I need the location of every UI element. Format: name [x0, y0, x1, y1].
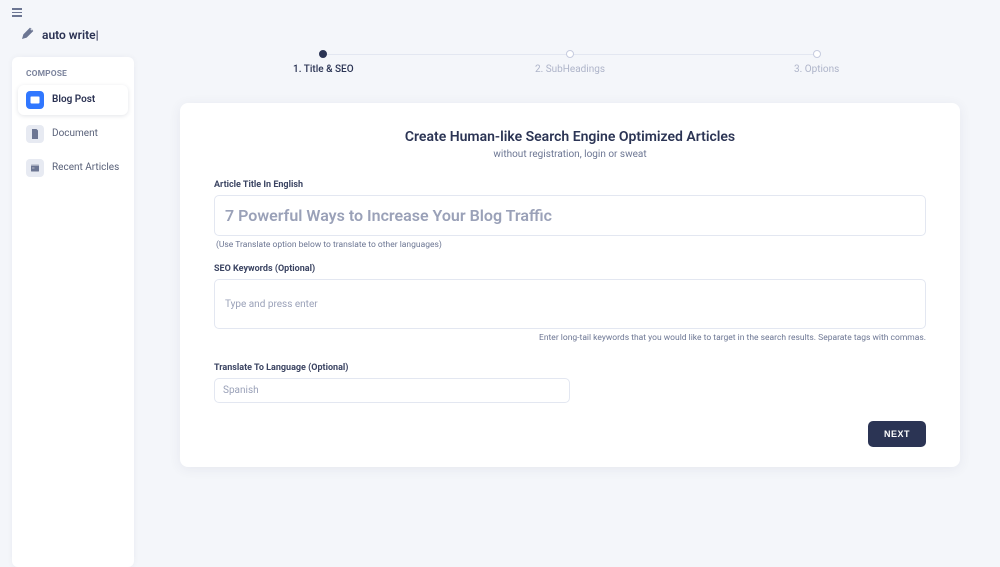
brand-logo-icon	[20, 25, 36, 45]
sidebar-section-label: COMPOSE	[18, 65, 128, 85]
sidebar-item-label: Blog Post	[52, 94, 95, 105]
sidebar: COMPOSE Blog Post Document Recent Articl…	[12, 57, 134, 567]
seo-keywords-input[interactable]	[225, 299, 915, 310]
stepper: 1. Title & SEO 2. SubHeadings 3. Options	[200, 50, 940, 75]
document-icon	[26, 125, 44, 143]
step-label: 2. SubHeadings	[535, 64, 605, 75]
sidebar-item-label: Recent Articles	[52, 162, 119, 173]
sidebar-item-blog-post[interactable]: Blog Post	[18, 85, 128, 115]
step-label: 3. Options	[794, 64, 839, 75]
card-heading: Create Human-like Search Engine Optimize…	[214, 129, 926, 145]
step-title-seo[interactable]: 1. Title & SEO	[200, 50, 447, 75]
step-options[interactable]: 3. Options	[693, 50, 940, 75]
step-dot-icon	[813, 50, 821, 58]
translate-language-label: Translate To Language (Optional)	[214, 363, 926, 373]
step-dot-icon	[566, 50, 574, 58]
recent-articles-icon	[26, 159, 44, 177]
form-card: Create Human-like Search Engine Optimize…	[180, 103, 960, 467]
menu-toggle-button[interactable]	[12, 8, 22, 17]
seo-keywords-container[interactable]	[214, 279, 926, 329]
next-button[interactable]: NEXT	[868, 421, 926, 447]
article-title-label: Article Title In English	[214, 180, 926, 190]
article-title-input[interactable]	[214, 195, 926, 236]
blog-post-icon	[26, 91, 44, 109]
sidebar-item-recent-articles[interactable]: Recent Articles	[18, 153, 128, 183]
brand-name: auto write|	[42, 28, 99, 42]
article-title-hint: (Use Translate option below to translate…	[216, 240, 926, 250]
step-dot-icon	[319, 50, 327, 58]
seo-keywords-hint: Enter long-tail keywords that you would …	[214, 333, 926, 343]
step-label: 1. Title & SEO	[293, 64, 354, 75]
sidebar-item-document[interactable]: Document	[18, 119, 128, 149]
step-subheadings[interactable]: 2. SubHeadings	[447, 50, 694, 75]
translate-language-input[interactable]	[214, 378, 570, 403]
sidebar-item-label: Document	[52, 128, 98, 139]
card-subheading: without registration, login or sweat	[214, 149, 926, 160]
seo-keywords-label: SEO Keywords (Optional)	[214, 264, 926, 274]
